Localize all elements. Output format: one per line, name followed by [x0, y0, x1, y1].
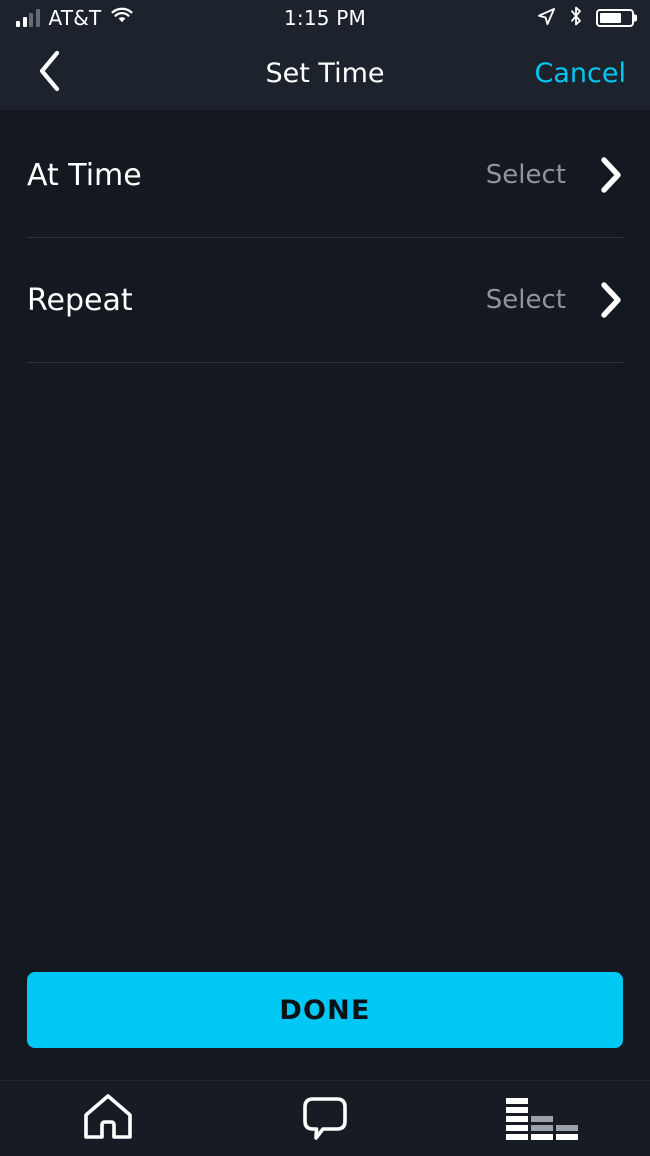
- list-row-at-time[interactable]: At Time Select: [0, 113, 650, 237]
- settings-list: At Time Select Repeat Select: [0, 110, 650, 363]
- list-row-repeat[interactable]: Repeat Select: [0, 238, 650, 362]
- status-bar: AT&T 1:15 PM: [0, 0, 650, 36]
- equalizer-icon: [505, 1097, 578, 1140]
- row-label: Repeat: [27, 282, 133, 318]
- row-value: Select: [485, 160, 566, 190]
- row-label: At Time: [27, 157, 142, 193]
- app-screen: AT&T 1:15 PM Set Time Cancel At Time Sel…: [0, 0, 650, 1156]
- row-value: Select: [485, 285, 566, 315]
- bluetooth-icon: [569, 6, 583, 30]
- carrier-label: AT&T: [48, 6, 102, 30]
- location-arrow-icon: [537, 7, 556, 30]
- tab-activity[interactable]: [433, 1081, 650, 1156]
- tab-bar: [0, 1080, 650, 1156]
- done-button[interactable]: DONE: [27, 972, 623, 1048]
- chevron-left-icon: [35, 49, 65, 97]
- cancel-button[interactable]: Cancel: [535, 58, 626, 89]
- tab-conversations[interactable]: [217, 1081, 434, 1156]
- footer-actions: DONE: [0, 972, 650, 1048]
- navigation-bar: Set Time Cancel: [0, 36, 650, 110]
- signal-bars-icon: [16, 8, 40, 27]
- chevron-right-icon: [596, 155, 626, 195]
- status-bar-left: AT&T: [16, 6, 134, 30]
- battery-icon: [596, 9, 634, 27]
- tab-home[interactable]: [0, 1081, 217, 1156]
- home-icon: [81, 1092, 135, 1146]
- chevron-right-icon: [596, 280, 626, 320]
- status-bar-right: [537, 6, 634, 30]
- back-button[interactable]: [24, 47, 76, 99]
- speech-bubble-icon: [299, 1091, 351, 1147]
- wifi-icon: [110, 7, 134, 29]
